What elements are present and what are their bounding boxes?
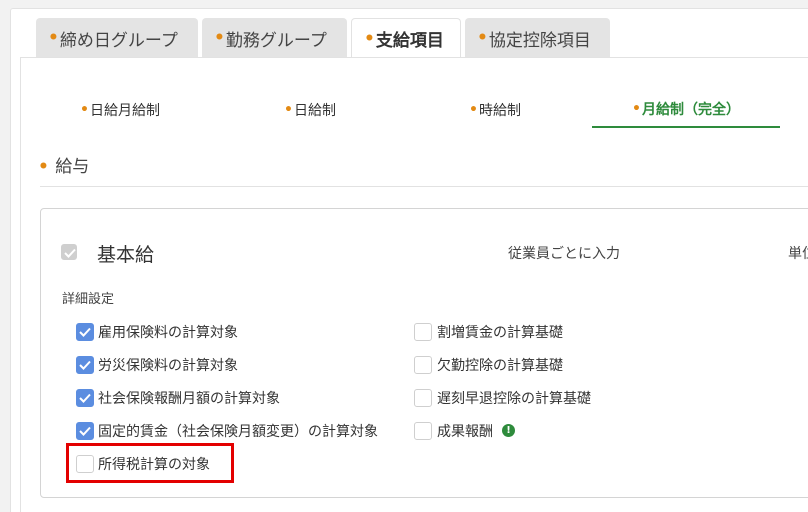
- option-label: 成果報酬: [437, 424, 493, 440]
- subtab-label: 日給月給制: [89, 103, 160, 119]
- option-label: 割増賃金の計算基礎: [437, 325, 563, 341]
- check-icon: [79, 393, 91, 403]
- option-performance-pay-checkbox[interactable]: [414, 422, 432, 440]
- highlight-annotation: [66, 443, 234, 483]
- check-icon: [79, 327, 91, 337]
- tab-work-group[interactable]: • 勤務グループ: [202, 18, 347, 58]
- subtab-bullet: •: [284, 102, 293, 118]
- option-social-insurance-checkbox[interactable]: [76, 389, 94, 407]
- subtab-bullet: •: [632, 101, 641, 117]
- section-title-text: 給与: [55, 157, 90, 177]
- tab-bullet: •: [364, 28, 375, 49]
- subtab-daily[interactable]: • 日給制: [230, 92, 390, 128]
- option-late-early-deduction-checkbox[interactable]: [414, 389, 432, 407]
- check-icon: [79, 426, 91, 436]
- item-enabled-checkbox: [61, 244, 77, 260]
- subtab-bullet: •: [469, 102, 478, 118]
- subtab-monthly-full[interactable]: • 月給制（完全）: [592, 92, 780, 128]
- subtab-daily-monthly[interactable]: • 日給月給制: [40, 92, 200, 128]
- tab-label: 協定控除項目: [488, 30, 591, 51]
- option-overtime-base-checkbox[interactable]: [414, 323, 432, 341]
- tab-bullet: •: [477, 28, 488, 48]
- subtab-label: 時給制: [478, 103, 521, 119]
- subtab-bullet: •: [80, 102, 89, 118]
- option-label: 社会保険報酬月額の計算対象: [98, 391, 280, 407]
- section-title: • 給与: [38, 152, 89, 177]
- subtab-hourly[interactable]: • 時給制: [415, 92, 575, 128]
- tab-label: 締め日グループ: [59, 30, 178, 51]
- option-label: 労災保険料の計算対象: [98, 358, 238, 374]
- item-unit-label: 単位: [788, 246, 808, 262]
- item-input-mode: 従業員ごとに入力: [508, 246, 620, 262]
- tab-closing-day-group[interactable]: • 締め日グループ: [36, 18, 198, 58]
- option-employment-insurance-checkbox[interactable]: [76, 323, 94, 341]
- tab-payment-items[interactable]: • 支給項目: [351, 18, 461, 58]
- check-icon: [64, 248, 76, 258]
- section-divider: [40, 186, 808, 187]
- option-label: 遅刻早退控除の計算基礎: [437, 391, 591, 407]
- option-workers-comp-checkbox[interactable]: [76, 356, 94, 374]
- check-icon: [79, 360, 91, 370]
- item-title: 基本給: [97, 244, 155, 266]
- subtab-label: 月給制（完全）: [641, 102, 740, 118]
- tab-bullet: •: [48, 28, 59, 48]
- tab-bullet: •: [214, 28, 225, 48]
- option-fixed-wage-checkbox[interactable]: [76, 422, 94, 440]
- option-label: 固定的賃金（社会保険月額変更）の計算対象: [98, 424, 378, 440]
- option-absence-deduction-checkbox[interactable]: [414, 356, 432, 374]
- info-icon[interactable]: !: [502, 424, 515, 437]
- option-label: 欠勤控除の計算基礎: [437, 358, 563, 374]
- detail-heading: 詳細設定: [62, 292, 115, 307]
- tab-label: 支給項目: [375, 31, 444, 51]
- option-label: 雇用保険料の計算対象: [98, 325, 238, 341]
- tab-agreement-deductions[interactable]: • 協定控除項目: [465, 18, 610, 58]
- subtab-label: 日給制: [293, 103, 336, 119]
- section-bullet: •: [38, 157, 49, 177]
- tab-label: 勤務グループ: [225, 30, 327, 51]
